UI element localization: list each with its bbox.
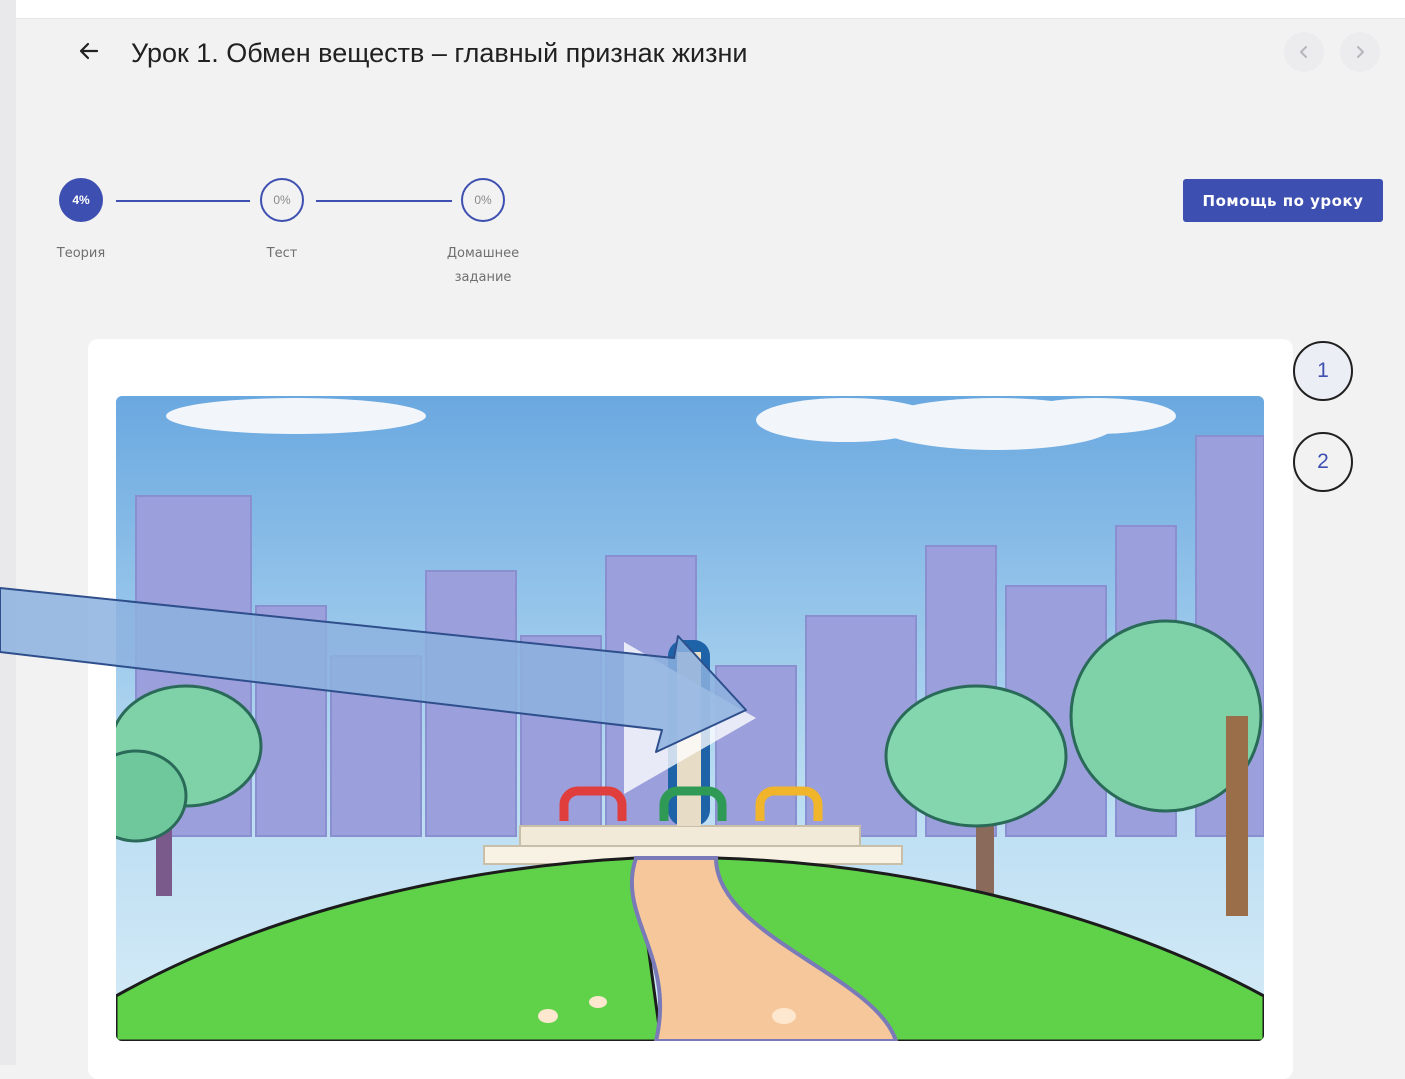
next-lesson-button[interactable] bbox=[1340, 32, 1380, 72]
arrow-left-icon bbox=[79, 42, 99, 60]
step-homework-progress[interactable]: 0% bbox=[461, 178, 505, 222]
left-sidebar-edge bbox=[0, 0, 16, 1065]
step-percent: 0% bbox=[273, 193, 291, 207]
back-button[interactable] bbox=[74, 36, 104, 66]
step-label-line: задание bbox=[454, 270, 512, 285]
top-bar bbox=[0, 0, 1405, 19]
step-label-homework: Домашнее задание bbox=[423, 242, 543, 290]
step-percent: 4% bbox=[72, 193, 90, 207]
step-label-test: Тест bbox=[266, 246, 298, 261]
lesson-header: Урок 1. Обмен веществ – главный признак … bbox=[16, 18, 1405, 88]
chevron-left-icon bbox=[1300, 46, 1307, 58]
step-percent: 0% bbox=[474, 193, 492, 207]
page-title: Урок 1. Обмен веществ – главный признак … bbox=[131, 38, 748, 68]
lesson-content-card bbox=[88, 339, 1293, 1079]
chevron-right-icon bbox=[1357, 46, 1364, 58]
step-connector bbox=[316, 200, 452, 202]
prev-lesson-button[interactable] bbox=[1284, 32, 1324, 72]
step-label-theory: Теория bbox=[56, 246, 106, 261]
slide-number-2[interactable]: 2 bbox=[1293, 432, 1353, 492]
step-connector bbox=[116, 200, 250, 202]
slide-number-label: 1 bbox=[1317, 359, 1329, 382]
lesson-progress-stepper: 4% 0% 0% Теория Тест Домашнее задание bbox=[16, 160, 616, 310]
video-player[interactable] bbox=[116, 396, 1264, 1041]
lesson-help-button[interactable]: Помощь по уроку bbox=[1183, 179, 1383, 222]
slide-number-1[interactable]: 1 bbox=[1293, 341, 1353, 401]
step-label-line: Домашнее bbox=[446, 246, 520, 261]
step-theory-progress[interactable]: 4% bbox=[59, 178, 103, 222]
step-test-progress[interactable]: 0% bbox=[260, 178, 304, 222]
video-preview-illustration bbox=[116, 396, 1264, 1041]
slide-number-label: 2 bbox=[1317, 450, 1329, 473]
